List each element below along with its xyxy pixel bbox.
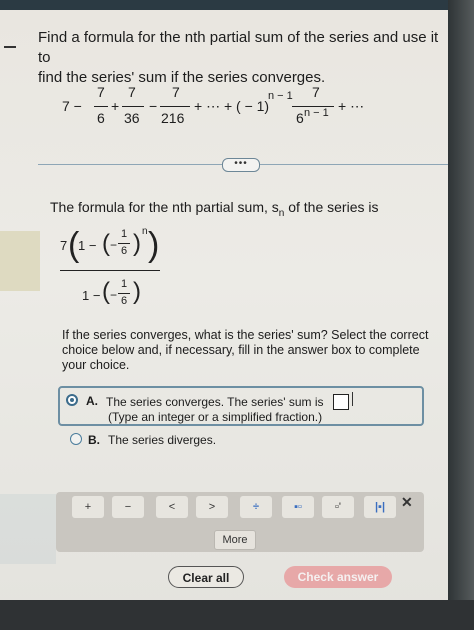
termn-denominator: 6 (296, 110, 304, 126)
term2-fraction-bar (122, 106, 144, 107)
device-bezel-right (448, 0, 474, 630)
option-b-letter: B. (88, 433, 100, 447)
side-dash (4, 46, 16, 48)
option-a-letter: A. (86, 394, 98, 408)
minus-key[interactable]: − (112, 496, 144, 518)
term3-fraction-bar (160, 106, 190, 107)
question-2-text: If the series converges, what is the ser… (62, 328, 429, 372)
partial-sum-formula: 7 ( 1 − ( − 1 6 ) n ) 1 − ( − 1 6 ) (58, 218, 162, 314)
clear-all-button[interactable]: Clear all (168, 566, 244, 588)
formula-label-text: The formula for the nth partial sum, s (50, 199, 279, 215)
formula-inner-negative: − (110, 238, 118, 252)
option-b-radio[interactable] (70, 433, 82, 445)
formula-den-numerator: 1 (121, 278, 128, 290)
formula-inner-fraction-bar (118, 243, 130, 244)
close-icon[interactable]: ✕ (401, 494, 413, 511)
less-than-key[interactable]: < (156, 496, 188, 518)
keyboard-reflection (0, 494, 56, 564)
option-a-radio[interactable] (66, 394, 78, 406)
screen: Find a formula for the nth partial sum o… (0, 6, 448, 610)
formula-coefficient: 7 (60, 238, 68, 253)
option-a-hint: (Type an integer or a simplified fractio… (108, 410, 323, 424)
formula-inner-open-paren: ( (102, 230, 110, 257)
formula-den-negative: − (110, 288, 118, 302)
formula-inner-close-paren: ) (133, 230, 141, 257)
formula-label-rest: of the series is (284, 199, 379, 215)
fraction-key[interactable]: ÷ (240, 496, 272, 518)
formula-main-fraction-bar (60, 270, 160, 271)
formula-label: The formula for the nth partial sum, sn … (50, 199, 378, 219)
termn-exponent: n − 1 (304, 107, 329, 119)
formula-den-open-paren: ( (102, 278, 110, 305)
formula-one-minus: 1 − (78, 238, 97, 253)
device-bezel-top (0, 0, 474, 10)
formula-den-close-paren: ) (133, 278, 141, 305)
term1-numerator: 7 (97, 84, 105, 100)
plus-sign: + (111, 98, 120, 114)
exponent-key[interactable]: ▫' (322, 496, 354, 518)
term1-denominator: 6 (97, 110, 105, 126)
termn-numerator: 7 (312, 84, 320, 100)
plus-key[interactable]: + (72, 496, 104, 518)
greater-than-key[interactable]: > (196, 496, 228, 518)
term3-denominator: 216 (161, 110, 185, 126)
absolute-value-key[interactable]: |▪| (364, 496, 396, 518)
series-expression: 7 − 7 6 + 7 36 − 7 216 + ⋯ + ( − 1) n − … (0, 78, 448, 138)
series-tail: + ⋯ (338, 98, 365, 114)
sum-answer-input[interactable] (333, 394, 349, 410)
term3-numerator: 7 (172, 84, 180, 100)
option-a-text: The series converges. The series' sum is (106, 395, 324, 409)
term2-denominator: 36 (124, 110, 140, 126)
question-line-1: Find a formula for the nth partial sum o… (38, 29, 439, 66)
background-band (0, 231, 40, 291)
expand-dots-button[interactable]: ••• (222, 158, 260, 172)
device-bezel-bottom (0, 600, 474, 630)
sign-exponent: n − 1 (268, 90, 293, 102)
option-b-text[interactable]: The series diverges. (108, 433, 216, 447)
formula-den-denominator: 6 (121, 295, 128, 307)
term2-numerator: 7 (128, 84, 136, 100)
mixed-number-key[interactable]: ▪▫ (282, 496, 314, 518)
series-general-sign: + ⋯ + ( − 1) (194, 98, 270, 114)
formula-den-fraction-bar (118, 293, 130, 294)
formula-den-one-minus: 1 − (82, 288, 101, 303)
term1-fraction-bar (94, 106, 108, 107)
formula-power: n (142, 226, 148, 237)
more-button[interactable]: More (214, 530, 256, 550)
text-cursor (352, 392, 353, 406)
minus-sign: − (149, 98, 158, 114)
series-lead: 7 − (62, 98, 82, 114)
formula-inner-denominator: 6 (121, 245, 128, 257)
formula-inner-numerator: 1 (121, 228, 128, 240)
check-answer-button[interactable]: Check answer (284, 566, 392, 588)
formula-close-paren: ) (148, 226, 160, 264)
